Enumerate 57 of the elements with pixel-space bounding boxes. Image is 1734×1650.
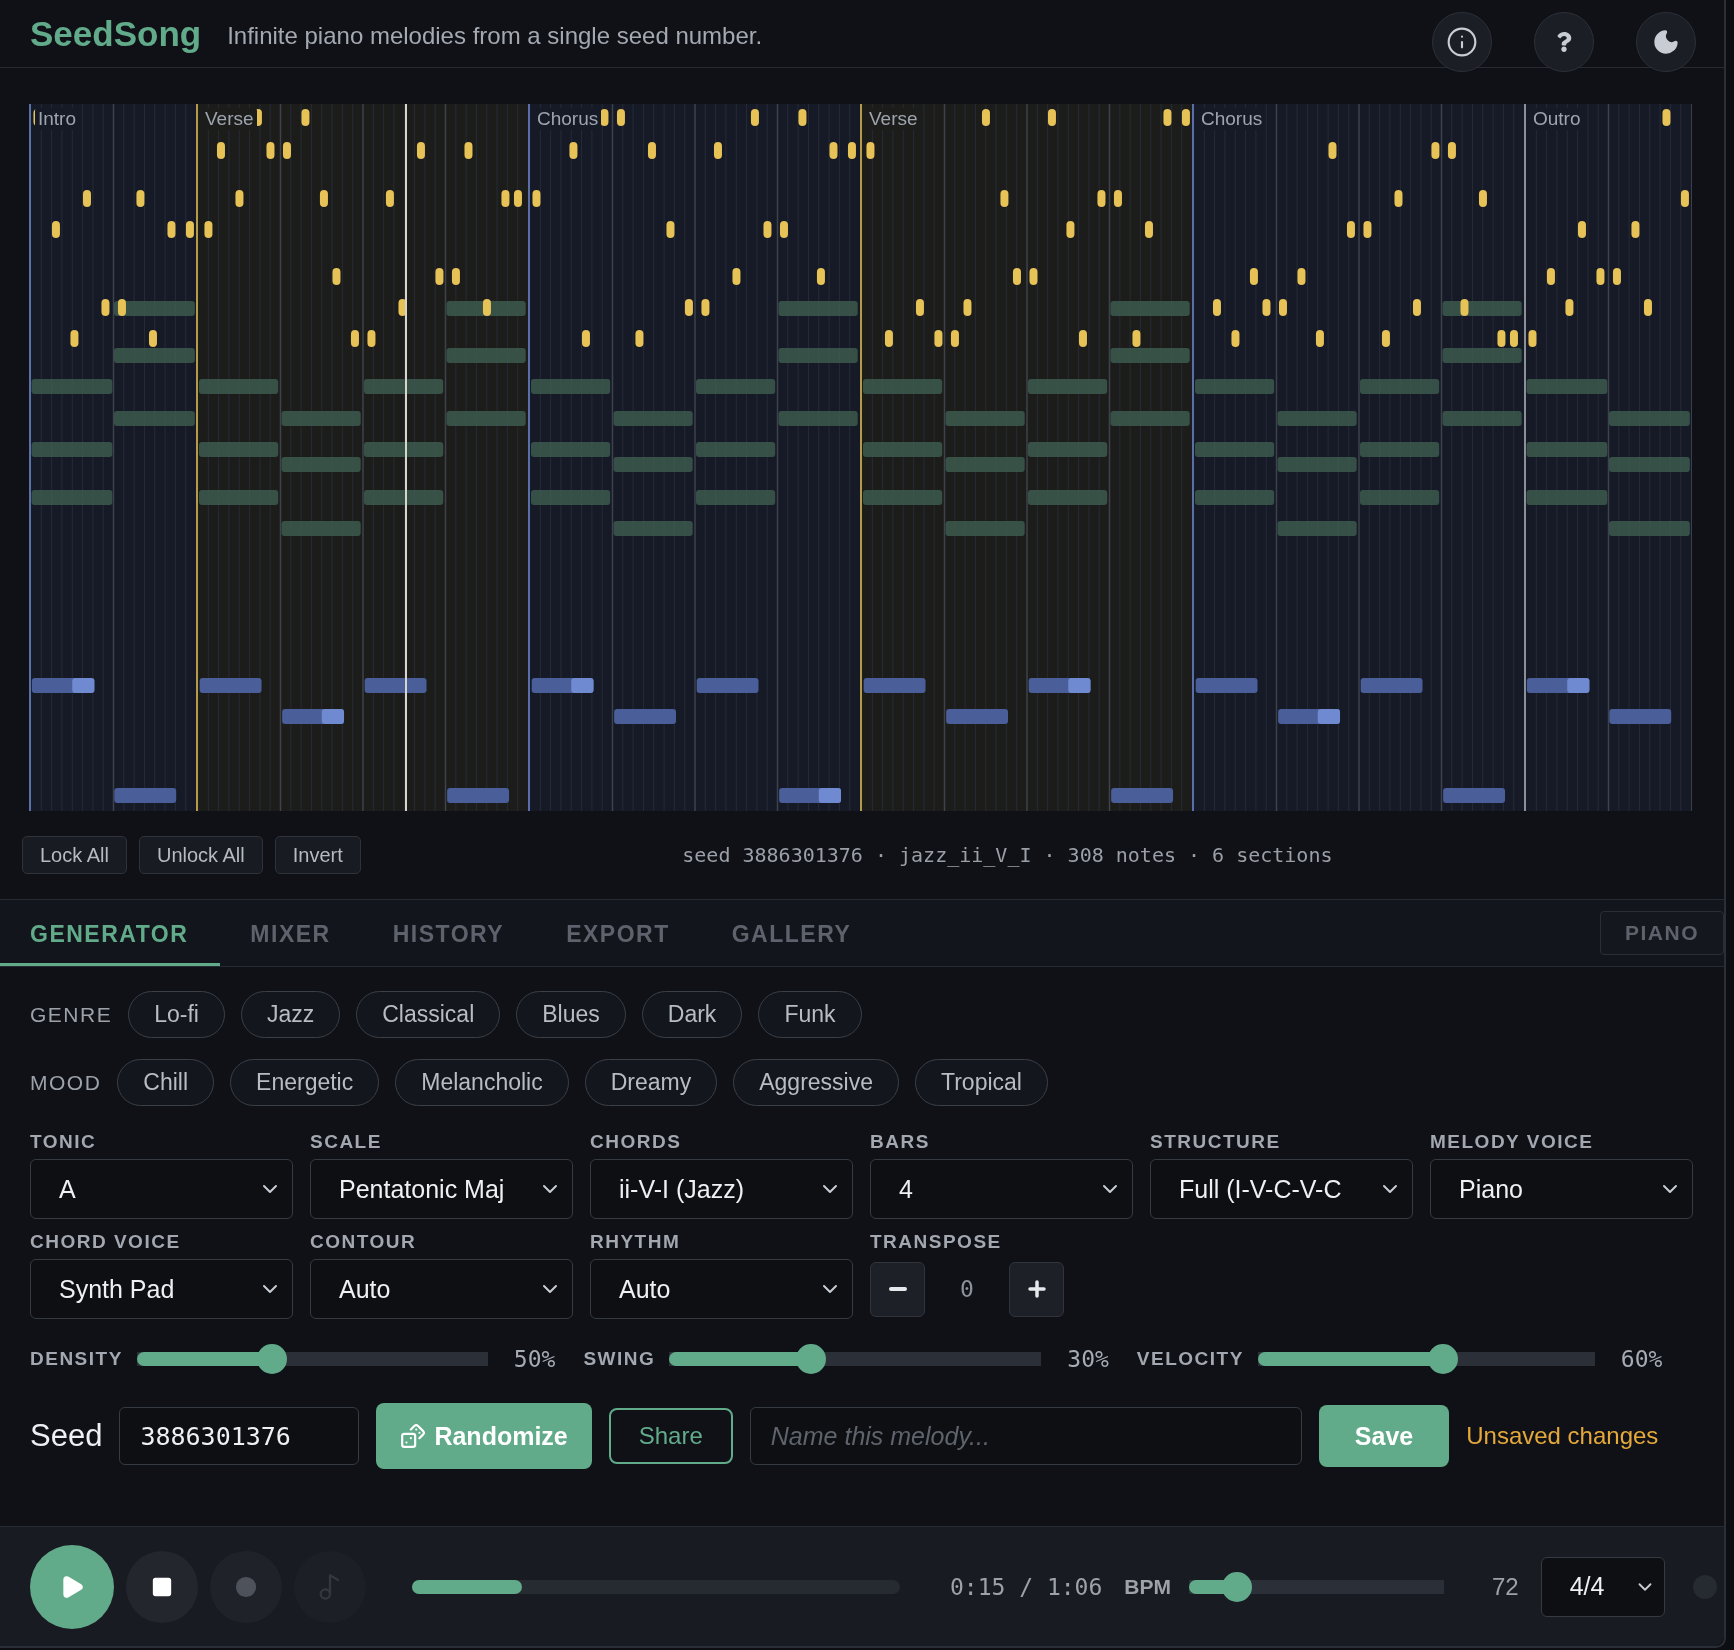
tab[interactable]: GENERATOR xyxy=(0,900,221,966)
seed-input[interactable]: 3886301376 xyxy=(119,1407,360,1465)
slider-label: VELOCITY xyxy=(1136,1348,1244,1370)
slider-reading: 30% xyxy=(1067,1346,1109,1372)
field-label: STRUCTURE xyxy=(1150,1131,1282,1153)
genre-chip[interactable]: Classical xyxy=(356,991,501,1038)
mood-chip[interactable]: Dreamy xyxy=(584,1059,718,1106)
bpm-label: BPM xyxy=(1124,1574,1171,1599)
app-tagline: Infinite piano melodies from a single seed number. xyxy=(227,20,764,50)
roll-tool-button[interactable]: Invert xyxy=(274,836,361,874)
playback-time: 0:15 / 1:06 xyxy=(950,1573,1103,1600)
dropdown[interactable]: Auto xyxy=(310,1259,573,1319)
field-label: BARS xyxy=(870,1131,931,1153)
dropdown[interactable]: Full (I-V-C-V-C xyxy=(1150,1159,1413,1219)
mood-chip[interactable]: Energetic xyxy=(230,1059,380,1106)
seed-label: Seed xyxy=(30,1418,103,1454)
field-label: TONIC xyxy=(30,1131,98,1153)
roll-tool-button[interactable]: Unlock All xyxy=(138,836,263,874)
save-status: Unsaved changes xyxy=(1466,1422,1659,1450)
dropdown[interactable]: 4 xyxy=(870,1159,1133,1219)
field-label: SCALE xyxy=(310,1131,383,1153)
mood-chip[interactable]: Tropical xyxy=(915,1059,1048,1106)
row-label: MOOD xyxy=(30,1070,102,1095)
genre-chip[interactable]: Dark xyxy=(641,991,743,1038)
dropdown[interactable]: Piano xyxy=(1430,1159,1693,1219)
genre-chip[interactable]: Jazz xyxy=(240,991,341,1038)
melody-summary: seed 3886301376 · jazz_ii_V_I · 308 notes · 6 sections xyxy=(681,843,1334,867)
slider-reading: 50% xyxy=(513,1346,556,1372)
genre-chip[interactable]: Lo-fi xyxy=(128,991,225,1038)
slider-label: DENSITY xyxy=(30,1348,123,1370)
field-label: RHYTHM xyxy=(590,1231,682,1253)
mood-chip[interactable]: Chill xyxy=(117,1059,215,1106)
time-signature-dropdown[interactable]: 4/4 xyxy=(1540,1556,1665,1617)
field-label: CHORD VOICE xyxy=(30,1231,182,1253)
slider-label: SWING xyxy=(583,1348,656,1370)
field-label: MELODY VOICE xyxy=(1430,1131,1595,1153)
dropdown[interactable]: Synth Pad xyxy=(30,1259,293,1319)
bpm-value: 72 xyxy=(1492,1572,1519,1601)
row-label: GENRE xyxy=(30,1002,113,1027)
share-button[interactable]: Share xyxy=(608,1408,733,1464)
name-input[interactable]: Name this melody... xyxy=(749,1407,1302,1465)
field-label: CHORDS xyxy=(590,1131,683,1153)
section-label: Verse xyxy=(202,108,257,130)
genre-chip[interactable]: Funk xyxy=(758,991,862,1038)
slider-reading: 60% xyxy=(1620,1346,1663,1372)
field-label: TRANSPOSE xyxy=(870,1231,1003,1253)
dropdown[interactable]: Pentatonic Maj xyxy=(310,1159,573,1219)
field-label: CONTOUR xyxy=(310,1231,418,1253)
genre-chip[interactable]: Blues xyxy=(516,991,626,1038)
app-title: SeedSong xyxy=(30,13,202,54)
roll-tool-button[interactable]: Lock All xyxy=(22,836,127,874)
transpose-value: 0 xyxy=(959,1276,975,1302)
dropdown[interactable]: Auto xyxy=(590,1259,853,1319)
mood-chip[interactable]: Melancholic xyxy=(395,1059,569,1106)
dropdown[interactable]: ii-V-I (Jazz) xyxy=(590,1159,853,1219)
dropdown[interactable]: A xyxy=(30,1159,293,1219)
mood-chip[interactable]: Aggressive xyxy=(733,1059,899,1106)
